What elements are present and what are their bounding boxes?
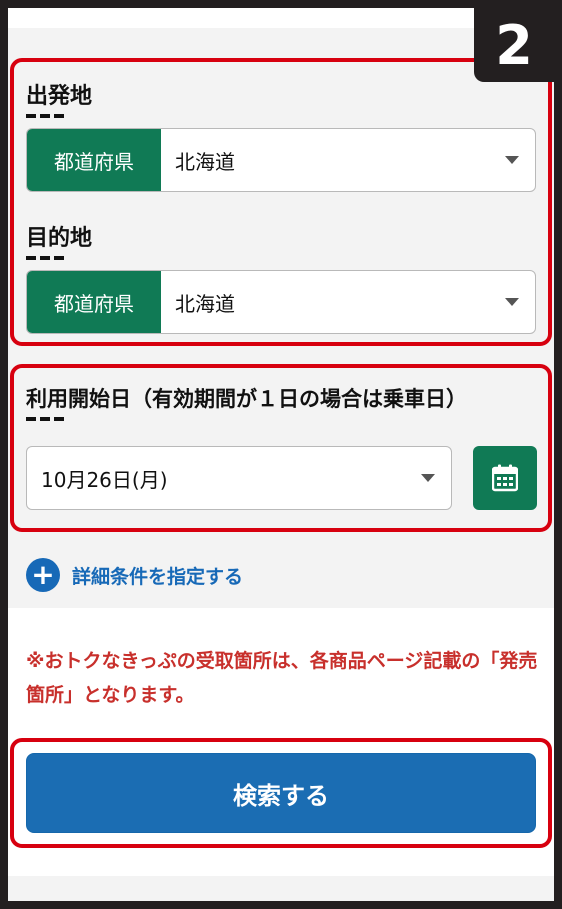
screen-frame: 出発地 都道府県 北海道 目的地 都道府県 北海道 利用開始日（有効期間が１日の…	[8, 8, 554, 901]
detail-conditions-link[interactable]: + 詳細条件を指定する	[26, 558, 243, 592]
highlight-box-search	[10, 738, 552, 848]
pickup-notice: ※おトクなきっぷの受取箇所は、各商品ページ記載の「発売箇所」となります。	[26, 650, 538, 706]
bottom-strip	[8, 876, 554, 901]
highlight-box-locations	[10, 58, 552, 346]
highlight-box-date	[10, 364, 552, 532]
plus-circle-icon: +	[26, 558, 60, 592]
step-number-badge: 2	[474, 8, 554, 82]
detail-conditions-label: 詳細条件を指定する	[72, 565, 244, 588]
top-strip	[8, 8, 554, 28]
